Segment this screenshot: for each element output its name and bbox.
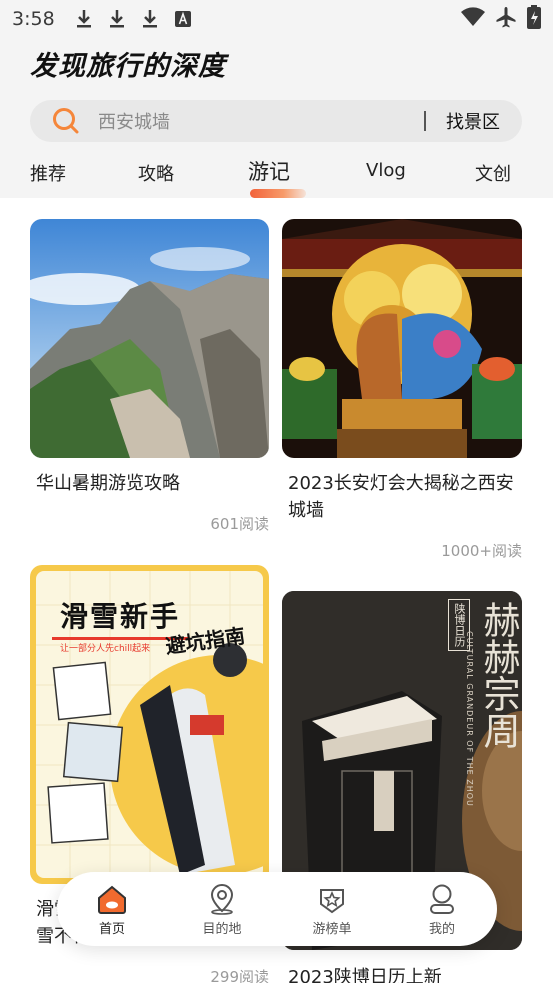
- poster-tagline: 让一部分人先chill起来: [60, 644, 151, 654]
- nav-ranking[interactable]: 游榜单: [287, 882, 377, 937]
- profile-icon[interactable]: [425, 882, 459, 916]
- tab-recommend[interactable]: 推荐: [30, 160, 66, 186]
- header: 发现旅行的深度 西安城墙 找景区 推荐 攻略 游记 Vlog 文创: [0, 38, 553, 198]
- download-icon: [106, 8, 128, 30]
- poster-title: 滑雪新手: [60, 600, 181, 633]
- read-count: 601阅读: [210, 515, 269, 533]
- nav-home[interactable]: 首页: [67, 882, 157, 937]
- nav-label[interactable]: 我的: [429, 918, 455, 937]
- download-icon: [73, 8, 95, 30]
- nav-destination[interactable]: 目的地: [177, 882, 267, 937]
- status-time: 3:58: [12, 8, 55, 30]
- read-count: 299阅读: [210, 968, 269, 983]
- card-title[interactable]: 华山暑期游览攻略: [30, 470, 263, 497]
- search-icon[interactable]: [52, 107, 80, 135]
- download-icon: [139, 8, 161, 30]
- nav-label[interactable]: 目的地: [202, 918, 241, 937]
- feed-card[interactable]: 2023长安灯会大揭秘之西安城墙 1000+阅读: [282, 219, 522, 560]
- ranking-badge-icon[interactable]: [315, 882, 349, 916]
- battery-charging-icon: [527, 5, 541, 33]
- card-image-lantern-festival[interactable]: [282, 219, 522, 458]
- feed-card[interactable]: 华山暑期游览攻略 601阅读: [30, 219, 269, 533]
- category-tabs: 推荐 攻略 游记 Vlog 文创: [0, 156, 553, 198]
- card-title[interactable]: 2023长安灯会大揭秘之西安城墙: [282, 470, 516, 524]
- tab-guides[interactable]: 攻略: [138, 160, 174, 186]
- airplane-mode-icon: [495, 6, 517, 32]
- nav-label[interactable]: 游榜单: [312, 918, 351, 937]
- location-pin-icon[interactable]: [205, 882, 239, 916]
- poster-english: CULTURAL GRANDEUR OF THE ZHOU: [465, 631, 474, 807]
- search-bar[interactable]: 西安城墙 找景区: [30, 100, 522, 142]
- wifi-icon: [461, 7, 485, 31]
- read-count: 1000+阅读: [441, 542, 522, 560]
- search-input[interactable]: 西安城墙: [98, 108, 424, 134]
- active-tab-indicator: [250, 189, 306, 198]
- bottom-nav: 首页 目的地 游榜单 我的: [57, 872, 497, 946]
- home-icon[interactable]: [95, 882, 129, 916]
- card-title[interactable]: 2023陕博日历上新: [282, 964, 516, 983]
- card-image-huashan[interactable]: [30, 219, 269, 458]
- find-scenic-spot-button[interactable]: 找景区: [446, 108, 500, 134]
- nav-label[interactable]: 首页: [99, 918, 125, 937]
- nav-profile[interactable]: 我的: [397, 882, 487, 937]
- status-bar: 3:58: [0, 0, 553, 38]
- poster-title: 赫赫宗周: [477, 601, 520, 749]
- keyboard-a-icon: [172, 8, 194, 30]
- search-divider: [424, 111, 426, 131]
- tab-vlog[interactable]: Vlog: [366, 160, 406, 181]
- tab-creative[interactable]: 文创: [475, 160, 511, 186]
- tab-travelogue[interactable]: 游记: [248, 156, 290, 186]
- app-logo: 发现旅行的深度: [30, 51, 226, 82]
